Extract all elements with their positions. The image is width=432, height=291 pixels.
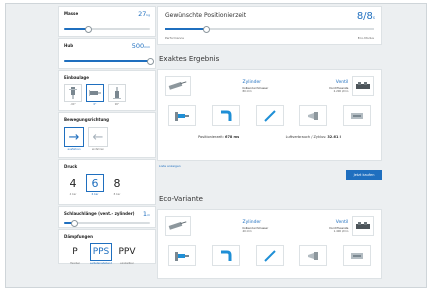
eco-valve-link[interactable]: Ventil [311,220,349,225]
eco-accessory-mount[interactable] [168,245,196,266]
stroke-panel: Hub 500mm [58,38,156,69]
show-list-link[interactable]: Liste anzeigen [159,164,181,168]
pressure-panel: Druck 4 4 bar 6 6 bar 8 8 bar [58,159,156,205]
accessory-hose[interactable] [255,105,284,126]
stroke-slider[interactable] [64,57,154,65]
eco-variant-title: Eco-Variante [159,195,203,203]
cylinder-thumbnail[interactable] [165,76,191,96]
mounting-label: Einbaulage [64,75,90,80]
arrow-left-icon: ← [88,127,108,147]
mounting-panel: Einbaulage -90° 0° 90° [58,70,156,111]
cylinder-icon [168,81,187,90]
exact-result-title: Exaktes Ergebnis [159,55,220,63]
cylinder-info: Zylinder Kolbendurchmesser 80 mm [243,80,312,93]
direction-option-extend[interactable]: → ausfahren [64,127,84,152]
positioning-time-value: 8/8s [356,11,375,22]
eco-cylinder-info: Zylinder Kolbendurchmesser 40 mm [243,220,312,233]
vertical-up-cylinder-icon [113,86,121,99]
valve-info: Ventil Durchflussrate 2.200 l/min [311,80,348,93]
mass-panel: Masse 27kg [58,6,156,37]
accessory-row [165,105,374,126]
horizontal-cylinder-icon [88,90,101,96]
arrow-right-icon: → [64,127,84,147]
eco-mode-label: Eco-Modus [357,36,374,40]
pressure-option-6[interactable]: 6 6 bar [86,174,104,197]
mass-value: 27kg [138,10,150,18]
vertical-down-cylinder-icon [69,86,77,99]
eco-valve-info: Ventil Durchflussrate 1.400 l/min [311,220,348,233]
damping-label: Dämpfungen [64,234,93,239]
eco-accessory-plate[interactable] [343,245,371,266]
hose-icon [263,109,276,122]
positioning-time-result: Positionierzeit: 678 ms [198,135,240,139]
eco-cylinder-thumbnail[interactable] [165,216,191,236]
positioning-time-title: Gewünschte Positionierzeit [165,12,247,19]
direction-label: Bewegungsrichtung [64,117,110,122]
valve-link[interactable]: Ventil [311,80,349,85]
results-main: Gewünschte Positionierzeit 8/8s Performa… [157,6,382,288]
hose-icon [263,249,276,262]
accessory-silencer[interactable] [299,105,328,126]
accessory-elbow[interactable] [211,105,240,126]
hose-label: Schlauchlänge (vent.- zylinder) [64,211,135,216]
mass-slider[interactable] [64,25,150,33]
accessory-mount[interactable] [168,105,196,126]
damping-option-ppv[interactable]: PPV einstellbar [116,243,138,266]
exact-result-card: Zylinder Kolbendurchmesser 80 mm Ventil … [157,69,382,161]
valve-thumbnail[interactable] [352,76,375,96]
damping-option-pps[interactable]: PPS selbsteinstellend [90,243,112,266]
pressure-label: Druck [64,164,78,169]
elbow-fitting-icon [220,250,232,261]
hose-value: 1m [142,210,150,218]
eco-valve-thumbnail[interactable] [352,216,375,236]
eco-variant-card: Zylinder Kolbendurchmesser 40 mm Ventil … [157,209,382,279]
mounting-option-minus90[interactable]: -90° [64,84,82,107]
cylinder-link[interactable]: Zylinder [243,80,312,85]
mounting-bracket-icon [175,111,189,121]
valve-icon [356,82,371,89]
accessory-plate[interactable] [343,105,371,126]
air-consumption-result: Luftverbrauch / Zyklus: 32.61 l [285,135,341,139]
pressure-option-4[interactable]: 4 4 bar [64,174,82,197]
mounting-bracket-icon [175,251,189,261]
silencer-icon [308,251,319,260]
eco-accessory-silencer[interactable] [299,245,328,266]
buy-now-button[interactable]: Jetzt kaufen [346,170,382,180]
direction-panel: Bewegungsrichtung → ausfahren ← einfahre… [58,112,156,158]
cylinder-icon [168,221,187,230]
config-sidebar: Masse 27kg Hub 500mm Einbaulage -90° 0° … [58,6,156,288]
damping-panel: Dämpfungen P flexibel PPS selbsteinstell… [58,229,156,266]
stroke-value: 500mm [131,42,150,50]
performance-label: Performance [165,36,185,40]
positioning-time-panel: Gewünschte Positionierzeit 8/8s Performa… [157,6,382,45]
hose-slider[interactable] [64,219,150,227]
plate-icon [351,252,363,259]
hose-panel: Schlauchlänge (vent.- zylinder) 1m [58,206,156,228]
mass-slider-handle[interactable] [84,25,92,33]
plate-icon [351,112,363,119]
eco-accessory-hose[interactable] [255,245,284,266]
damping-option-p[interactable]: P flexibel [64,243,86,266]
eco-cylinder-link[interactable]: Zylinder [243,220,312,225]
silencer-icon [308,111,319,120]
eco-accessory-elbow[interactable] [211,245,240,266]
positioning-time-slider-handle[interactable] [203,25,211,33]
valve-icon [356,222,371,229]
hose-slider-handle[interactable] [70,219,78,227]
positioning-time-slider[interactable] [165,25,374,33]
elbow-fitting-icon [220,110,232,121]
mounting-option-90[interactable]: 90° [108,84,126,107]
mounting-option-0[interactable]: 0° [86,84,104,107]
pressure-option-8[interactable]: 8 8 bar [108,174,126,197]
eco-accessory-row [165,245,374,266]
stroke-slider-handle[interactable] [146,57,154,65]
direction-option-retract[interactable]: ← einfahren [88,127,108,152]
result-metrics: Positionierzeit: 678 ms Luftverbrauch / … [165,135,374,139]
